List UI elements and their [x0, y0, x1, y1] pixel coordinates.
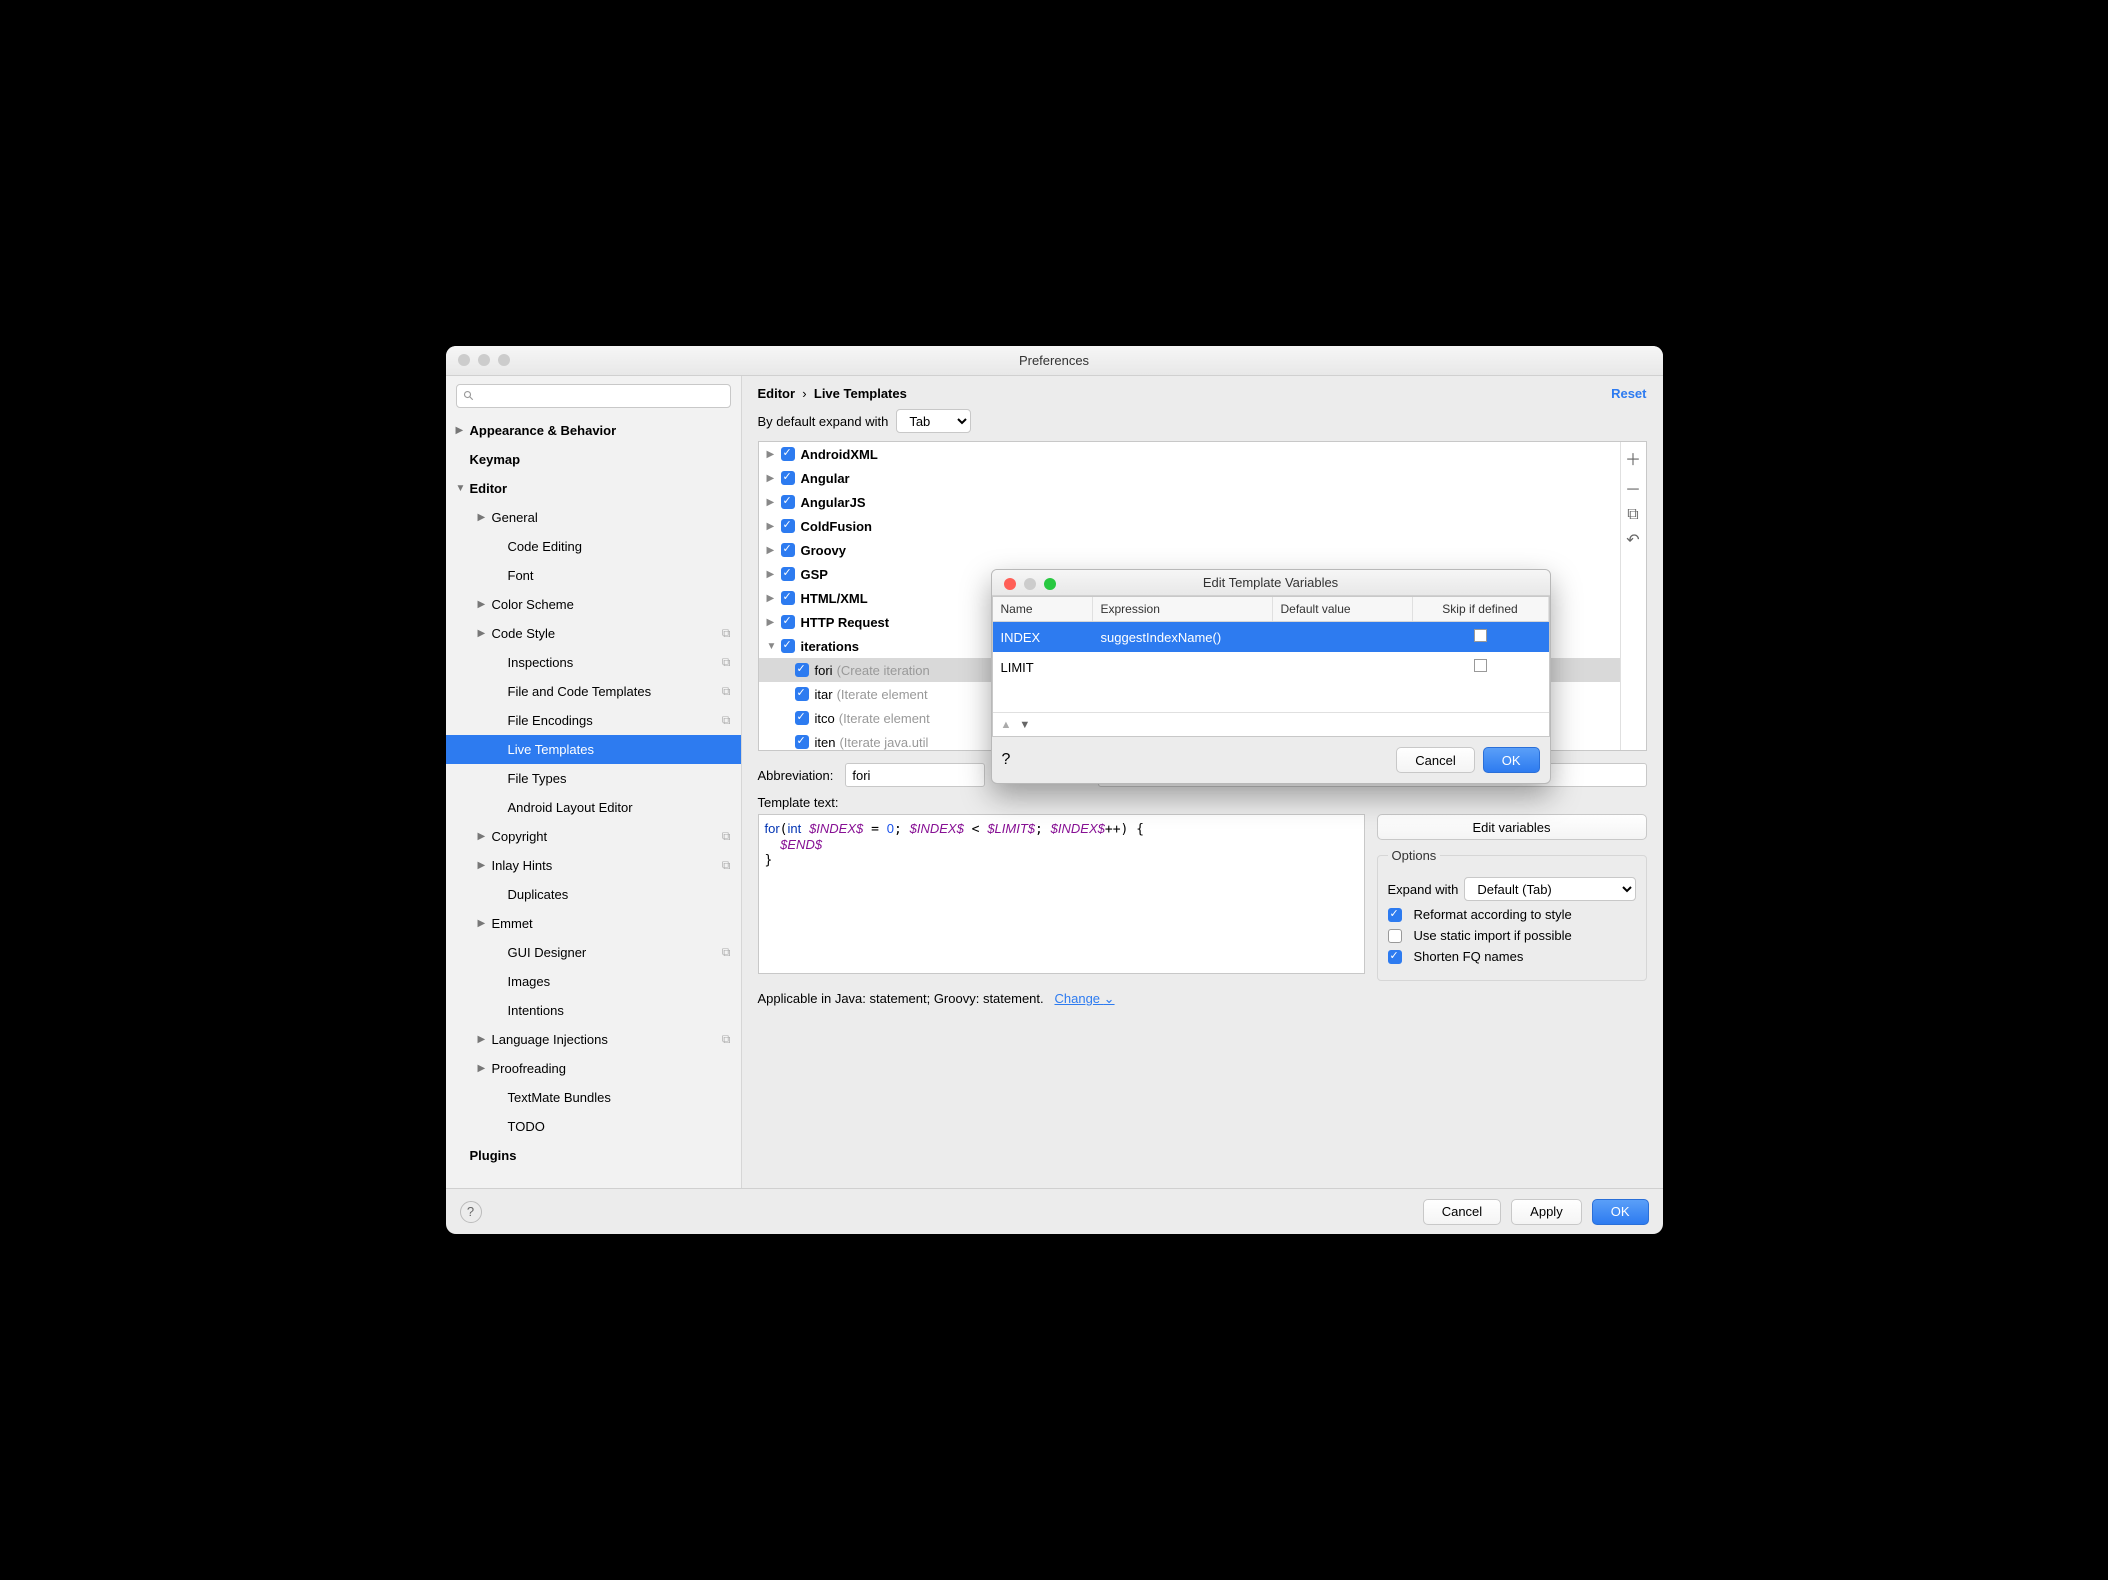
search-input[interactable] [456, 384, 731, 408]
sidebar-item-textmate-bundles[interactable]: TextMate Bundles [446, 1083, 741, 1112]
sidebar-item-inspections[interactable]: Inspections⧉ [446, 648, 741, 677]
sidebar-item-gui-designer[interactable]: GUI Designer⧉ [446, 938, 741, 967]
table-row[interactable]: LIMIT [993, 652, 1549, 682]
sidebar-item-todo[interactable]: TODO [446, 1112, 741, 1141]
options-group: Options Expand with Default (Tab) Reform… [1377, 848, 1647, 981]
template-group[interactable]: ▶Angular [759, 466, 1620, 490]
sidebar-item-plugins[interactable]: Plugins [446, 1141, 741, 1170]
help-button[interactable]: ? [460, 1201, 482, 1223]
shorten-fq-checkbox[interactable] [1388, 950, 1402, 964]
sidebar-item-general[interactable]: ▶General [446, 503, 741, 532]
search-icon [463, 390, 475, 402]
expand-with-select[interactable]: Default (Tab) [1464, 877, 1635, 901]
edit-variables-dialog: Edit Template Variables Name Expression … [991, 569, 1551, 784]
dialog-footer: ? Cancel Apply OK [446, 1188, 1663, 1234]
sidebar-item-images[interactable]: Images [446, 967, 741, 996]
sidebar-item-android-layout-editor[interactable]: Android Layout Editor [446, 793, 741, 822]
template-group[interactable]: ▶AngularJS [759, 490, 1620, 514]
abbrev-label: Abbreviation: [758, 768, 834, 783]
copy-icon[interactable]: ⧉ [1627, 506, 1638, 524]
add-icon[interactable]: ＋ [1625, 446, 1641, 470]
template-group[interactable]: ▶AndroidXML [759, 442, 1620, 466]
template-text-editor[interactable]: for(int $INDEX$ = 0; $INDEX$ < $LIMIT$; … [758, 814, 1365, 974]
expand-select[interactable]: Tab [896, 409, 971, 433]
change-link[interactable]: Change ⌄ [1054, 991, 1114, 1006]
sidebar-item-language-injections[interactable]: ▶Language Injections⧉ [446, 1025, 741, 1054]
maximize-icon[interactable] [498, 354, 510, 366]
sidebar-item-duplicates[interactable]: Duplicates [446, 880, 741, 909]
expand-label: By default expand with [758, 414, 889, 429]
window-title: Preferences [1019, 353, 1089, 368]
settings-tree[interactable]: ▶Appearance & BehaviorKeymap▼Editor▶Gene… [446, 416, 741, 1188]
sidebar-item-copyright[interactable]: ▶Copyright⧉ [446, 822, 741, 851]
template-toolbar: ＋ － ⧉ ↶ [1620, 442, 1646, 750]
applicable-text: Applicable in Java: statement; Groovy: s… [758, 991, 1044, 1006]
sidebar-item-emmet[interactable]: ▶Emmet [446, 909, 741, 938]
ok-button[interactable]: OK [1592, 1199, 1649, 1225]
remove-icon[interactable]: － [1625, 476, 1641, 500]
help-button[interactable]: ? [1002, 751, 1011, 769]
template-text-label: Template text: [742, 793, 1663, 814]
table-row[interactable]: INDEXsuggestIndexName() [993, 622, 1549, 652]
chevron-down-icon: ⌄ [1104, 991, 1115, 1006]
modal-ok-button[interactable]: OK [1483, 747, 1540, 773]
move-up-icon[interactable]: ▲ [1001, 719, 1012, 731]
sidebar-item-code-style[interactable]: ▶Code Style⧉ [446, 619, 741, 648]
modal-cancel-button[interactable]: Cancel [1396, 747, 1474, 773]
sidebar-item-code-editing[interactable]: Code Editing [446, 532, 741, 561]
undo-icon[interactable]: ↶ [1626, 530, 1639, 550]
static-import-checkbox[interactable] [1388, 929, 1402, 943]
preferences-window: Preferences ▶Appearance & BehaviorKeymap… [446, 346, 1663, 1234]
move-down-icon[interactable]: ▼ [1019, 719, 1030, 731]
minimize-icon[interactable] [478, 354, 490, 366]
sidebar: ▶Appearance & BehaviorKeymap▼Editor▶Gene… [446, 376, 742, 1188]
sidebar-item-keymap[interactable]: Keymap [446, 445, 741, 474]
expand-with-label: Expand with [1388, 882, 1459, 897]
sidebar-item-appearance[interactable]: ▶Appearance & Behavior [446, 416, 741, 445]
titlebar: Preferences [446, 346, 1663, 376]
sidebar-item-editor[interactable]: ▼Editor [446, 474, 741, 503]
template-group[interactable]: ▶ColdFusion [759, 514, 1620, 538]
variables-table[interactable]: Name Expression Default value Skip if de… [992, 596, 1550, 737]
modal-title: Edit Template Variables [1203, 575, 1338, 590]
breadcrumb: Editor › Live Templates [758, 386, 907, 401]
sidebar-item-intentions[interactable]: Intentions [446, 996, 741, 1025]
sidebar-item-color-scheme[interactable]: ▶Color Scheme [446, 590, 741, 619]
sidebar-item-live-templates[interactable]: Live Templates [446, 735, 741, 764]
minimize-icon[interactable] [1024, 578, 1036, 590]
abbrev-input[interactable] [845, 763, 985, 787]
sidebar-item-font[interactable]: Font [446, 561, 741, 590]
sidebar-item-inlay-hints[interactable]: ▶Inlay Hints⧉ [446, 851, 741, 880]
close-icon[interactable] [458, 354, 470, 366]
reformat-checkbox[interactable] [1388, 908, 1402, 922]
sidebar-item-proofreading[interactable]: ▶Proofreading [446, 1054, 741, 1083]
sidebar-item-file-code-templates[interactable]: File and Code Templates⧉ [446, 677, 741, 706]
sidebar-item-file-encodings[interactable]: File Encodings⧉ [446, 706, 741, 735]
reset-button[interactable]: Reset [1611, 386, 1646, 401]
template-group[interactable]: ▶Groovy [759, 538, 1620, 562]
close-icon[interactable] [1004, 578, 1016, 590]
cancel-button[interactable]: Cancel [1423, 1199, 1501, 1225]
edit-variables-button[interactable]: Edit variables [1377, 814, 1647, 840]
maximize-icon[interactable] [1044, 578, 1056, 590]
apply-button[interactable]: Apply [1511, 1199, 1582, 1225]
sidebar-item-file-types[interactable]: File Types [446, 764, 741, 793]
